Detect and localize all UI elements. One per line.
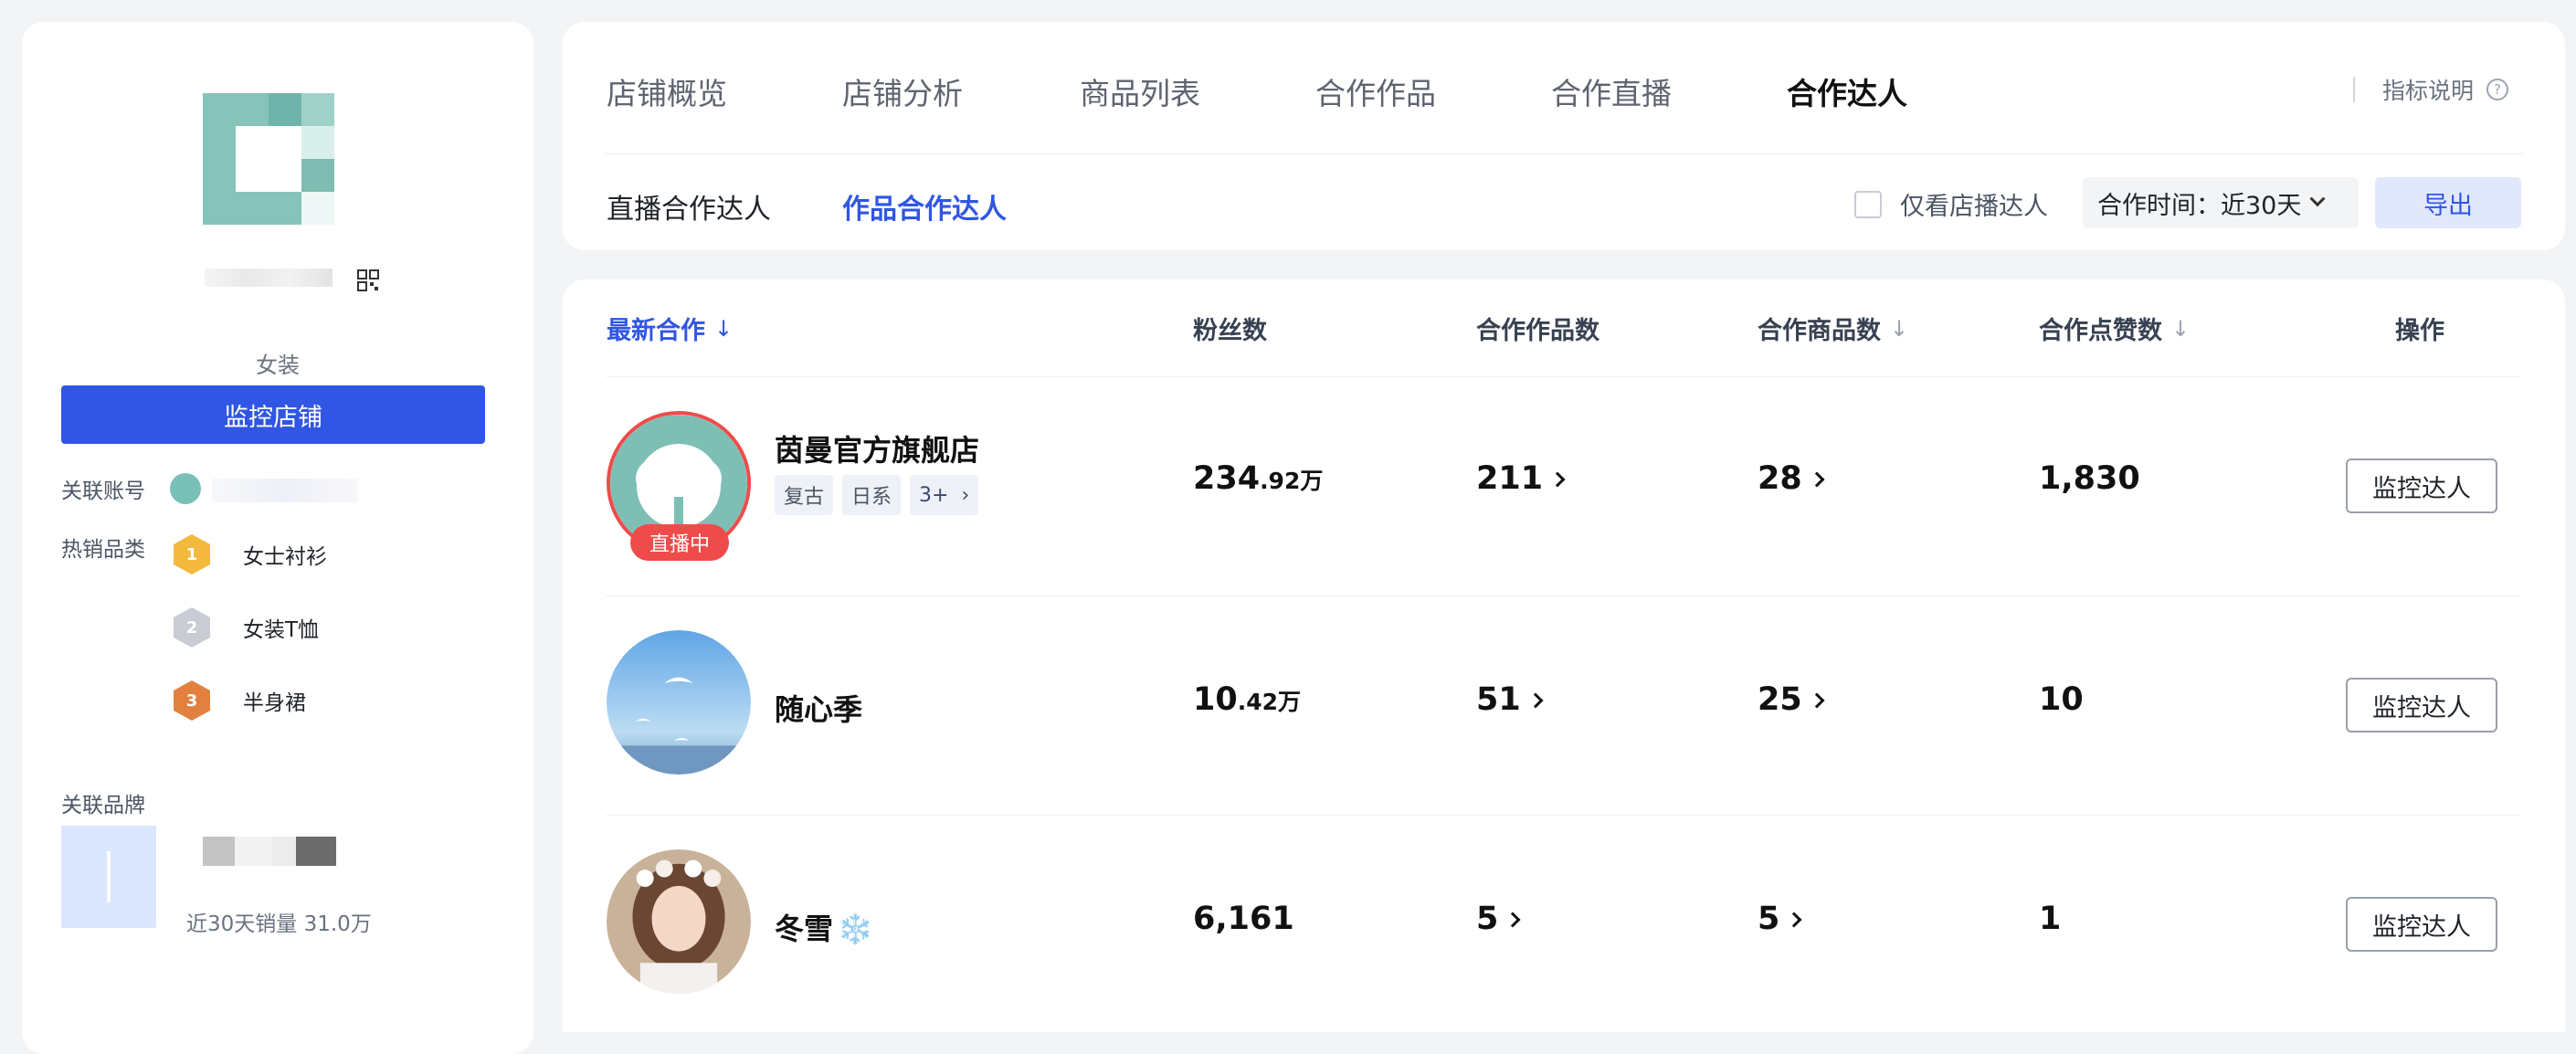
only-store-label: 仅看店播达人 — [1900, 193, 2048, 221]
chevron-right-icon — [1504, 912, 1521, 928]
shop-category: 女装 — [256, 353, 300, 378]
chevron-right-icon — [1527, 692, 1544, 709]
coop-works-link[interactable]: 51 — [1476, 681, 1544, 718]
influencer-name[interactable]: 冬雪 ❄️ — [775, 906, 873, 948]
table-row: 冬雪 ❄️ 6,161 5 5 1 监控达人 — [563, 815, 2565, 1034]
only-store-checkbox[interactable] — [1854, 190, 1882, 218]
qr-code-icon[interactable] — [356, 269, 380, 292]
tab-coop-live[interactable]: 合作直播 — [1551, 69, 1672, 113]
hot-category-name: 女士衬衫 — [243, 545, 327, 569]
chevron-right-icon — [1549, 471, 1566, 488]
influencer-avatar[interactable] — [607, 630, 751, 775]
tab-coop-influencers[interactable]: 合作达人 — [1787, 69, 1907, 113]
gold-medal-icon: 1 — [174, 534, 210, 574]
monitor-influencer-button[interactable]: 监控达人 — [2346, 458, 2497, 513]
export-button[interactable]: 导出 — [2375, 177, 2521, 228]
table-row: 直播中 茵曼官方旗舰店 复古 日系 3+ › 234.92万 211 28 1,8… — [563, 376, 2565, 596]
fans-count: 10.42万 — [1193, 681, 1302, 718]
monitor-influencer-button[interactable]: 监控达人 — [2346, 897, 2497, 952]
sort-arrow-icon: ↓ — [1890, 315, 1909, 342]
influencer-name[interactable]: 茵曼官方旗舰店 — [775, 427, 979, 469]
hot-category-label: 热销品类 — [61, 538, 145, 562]
subtab-works-influencers[interactable]: 作品合作达人 — [842, 186, 1007, 227]
coop-goods-link[interactable]: 5 — [1758, 901, 1802, 937]
brand-logo[interactable] — [61, 826, 156, 928]
header-action: 操作 — [2395, 317, 2444, 345]
header-coop-goods[interactable]: 合作商品数 ↓ — [1758, 311, 1908, 346]
chevron-down-icon — [2309, 191, 2326, 207]
influencer-avatar[interactable] — [607, 849, 751, 994]
silver-medal-icon: 2 — [174, 607, 210, 648]
hot-category-item: 2 女装T恤 — [174, 606, 319, 648]
table-row: 随心季 10.42万 51 25 10 监控达人 — [563, 596, 2565, 815]
influencer-name[interactable]: 随心季 — [775, 687, 862, 729]
brand-sales: 近30天销量 31.0万 — [186, 912, 372, 936]
chevron-right-icon — [1809, 471, 1825, 488]
coop-likes: 10 — [2039, 681, 2084, 718]
coop-works-link[interactable]: 211 — [1476, 460, 1566, 497]
shop-info-panel: 女装 监控店铺 关联账号 热销品类 1 女士衬衫 2 女装T恤 3 半身裙 关联… — [22, 22, 533, 1054]
coop-works-link[interactable]: 5 — [1476, 901, 1521, 937]
coop-likes: 1 — [2039, 901, 2062, 937]
linked-account-redacted — [212, 479, 358, 502]
sort-arrow-icon: ↓ — [714, 315, 734, 342]
coop-time-select[interactable]: 合作时间：近30天 — [2083, 177, 2359, 228]
only-store-filter[interactable]: 仅看店播达人 — [1854, 186, 2048, 222]
linked-brand-label: 关联品牌 — [61, 794, 145, 817]
coop-time-label: 合作时间：近30天 — [2097, 191, 2302, 220]
fans-count: 6,161 — [1193, 901, 1294, 937]
header-coop-likes[interactable]: 合作点赞数 ↓ — [2039, 311, 2190, 346]
hot-category-name: 女装T恤 — [243, 618, 320, 642]
more-tags-button[interactable]: 3+ › — [910, 475, 979, 515]
chevron-right-icon — [1786, 912, 1802, 928]
monitor-influencer-button[interactable]: 监控达人 — [2346, 678, 2497, 733]
monitor-shop-button[interactable]: 监控店铺 — [61, 385, 485, 444]
hot-category-item: 3 半身裙 — [174, 680, 306, 722]
divider — [605, 153, 2523, 154]
header-fans: 粉丝数 — [1193, 317, 1267, 345]
metric-help-label: 指标说明 — [2381, 78, 2474, 104]
chevron-right-icon — [1809, 692, 1825, 709]
coop-goods-link[interactable]: 25 — [1758, 681, 1825, 718]
header-latest-coop[interactable]: 最新合作 ↓ — [607, 311, 733, 346]
sort-arrow-icon: ↓ — [2171, 315, 2191, 342]
tab-shop-overview[interactable]: 店铺概览 — [607, 69, 727, 113]
hot-category-name: 半身裙 — [243, 691, 306, 715]
coop-likes: 1,830 — [2039, 460, 2140, 497]
tab-shop-analysis[interactable]: 店铺分析 — [842, 69, 963, 113]
metric-help-link[interactable]: 指标说明 ? — [2352, 73, 2508, 106]
hot-category-item: 1 女士衬衫 — [174, 533, 327, 575]
coop-goods-link[interactable]: 28 — [1758, 460, 1825, 497]
subtab-live-influencers[interactable]: 直播合作达人 — [607, 186, 771, 227]
linked-account-label: 关联账号 — [61, 480, 145, 503]
snowflake-icon: ❄️ — [837, 912, 873, 946]
question-icon: ? — [2486, 79, 2508, 100]
tag: 日系 — [842, 475, 902, 515]
shop-logo — [203, 93, 334, 225]
tab-coop-works[interactable]: 合作作品 — [1315, 69, 1436, 113]
tag: 复古 — [775, 475, 834, 515]
header-coop-works: 合作作品数 — [1476, 317, 1599, 345]
shop-name-redacted — [205, 269, 333, 287]
fans-count: 234.92万 — [1193, 460, 1324, 497]
influencer-table: 最新合作 ↓ 粉丝数 合作作品数 合作商品数 ↓ 合作点赞数 ↓ 操作 直播中 茵曼官… — [563, 279, 2565, 1032]
tabs-card: 店铺概览 店铺分析 商品列表 合作作品 合作直播 合作达人 指标说明 ? 直播合… — [563, 22, 2565, 250]
influencer-tags: 复古 日系 3+ › — [775, 475, 987, 515]
live-badge: 直播中 — [630, 524, 729, 561]
linked-account-icon[interactable] — [170, 473, 201, 504]
tab-product-list[interactable]: 商品列表 — [1080, 69, 1200, 113]
bronze-medal-icon: 3 — [174, 680, 210, 721]
brand-name-redacted — [203, 837, 336, 866]
